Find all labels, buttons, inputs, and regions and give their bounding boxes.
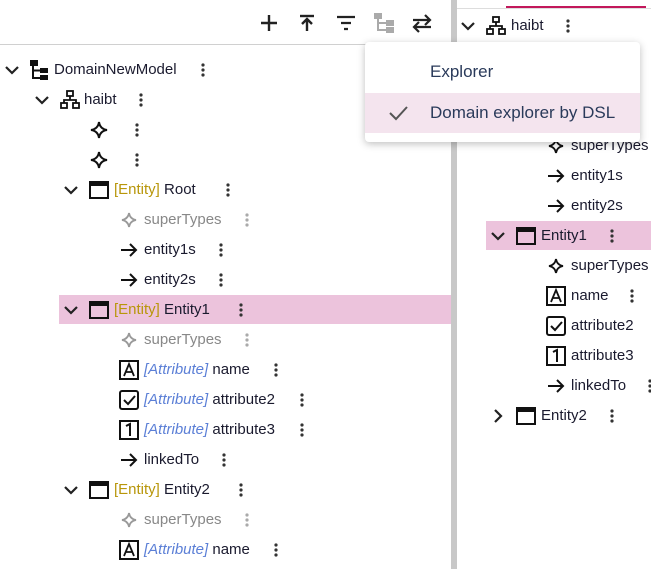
chevron-down-icon[interactable] [62,301,80,319]
menu-item-explorer[interactable]: Explorer [365,52,640,92]
entity-icon [89,301,109,319]
arrow-right-icon [548,199,565,213]
entity-icon [89,181,109,199]
kebab-icon[interactable] [135,123,139,137]
hierarchy-button[interactable] [370,9,398,37]
add-button[interactable] [255,9,283,37]
attribute-label[interactable]: [Attribute] attribute3 [144,420,275,440]
reference-label[interactable]: entity1s [144,240,196,260]
package-icon [60,90,80,109]
text-attribute-icon [546,286,566,306]
package-label[interactable]: haibt [84,90,117,110]
kebab-icon[interactable] [245,513,249,527]
kebab-icon[interactable] [201,63,205,77]
check-icon [389,106,408,121]
sparkle-icon [548,258,564,274]
attribute-label[interactable]: name [571,286,609,306]
supertypes-label[interactable]: superTypes [144,210,222,230]
explorer-menu: Explorer Domain explorer by DSL [365,42,640,142]
number-attribute-icon [119,420,139,440]
swap-icon [412,14,432,33]
package-label[interactable]: haibt [511,16,544,36]
reference-label[interactable]: linkedTo [571,376,626,396]
entity-label[interactable]: [Entity] Root [114,180,196,200]
reference-label[interactable]: linkedTo [144,450,199,470]
menu-item-domain-explorer[interactable]: Domain explorer by DSL [365,93,640,133]
sparkle-icon[interactable] [88,149,110,171]
kebab-icon[interactable] [219,273,223,287]
entity-icon [516,227,536,245]
add-icon [261,15,277,31]
sparkle-icon [121,332,137,348]
sparkle-icon [121,512,137,528]
kebab-icon[interactable] [245,213,249,227]
chevron-down-icon[interactable] [62,181,80,199]
kebab-icon[interactable] [274,363,278,377]
chevron-down-icon[interactable] [3,61,21,79]
kebab-icon[interactable] [630,289,634,303]
hierarchy-icon [374,13,394,33]
kebab-icon[interactable] [135,153,139,167]
menu-item-label: Domain explorer by DSL [430,103,616,122]
arrow-right-icon [121,453,138,467]
filter-icon [337,15,355,31]
kebab-icon[interactable] [219,243,223,257]
entity-icon [89,481,109,499]
arrow-right-icon [548,169,565,183]
kebab-icon[interactable] [610,229,614,243]
reference-label[interactable]: entity2s [571,196,623,216]
model-icon [30,60,48,80]
entity-label[interactable]: [Entity] Entity2 [114,480,210,500]
chevron-down-icon[interactable] [62,481,80,499]
supertypes-label[interactable]: superTypes [571,256,649,276]
attribute-label[interactable]: [Attribute] name [144,540,250,560]
arrow-right-icon [548,379,565,393]
kebab-icon[interactable] [566,19,570,33]
kebab-icon[interactable] [610,409,614,423]
chevron-right-icon[interactable] [489,407,507,425]
sparkle-icon [121,212,137,228]
collapse-all-button[interactable] [293,9,321,37]
sparkle-icon[interactable] [88,119,110,141]
kebab-icon[interactable] [239,303,243,317]
swap-button[interactable] [408,9,436,37]
entity-label[interactable]: Entity2 [541,406,587,426]
attribute-label[interactable]: attribute3 [571,346,634,366]
entity-icon [516,407,536,425]
filter-button[interactable] [332,9,360,37]
reference-label[interactable]: entity1s [571,166,623,186]
kebab-icon[interactable] [245,333,249,347]
chevron-down-icon[interactable] [33,91,51,109]
collapse-all-icon [300,14,314,31]
kebab-icon[interactable] [300,393,304,407]
attribute-label[interactable]: [Attribute] name [144,360,250,380]
toolbar [0,0,451,45]
supertypes-label[interactable]: superTypes [144,510,222,530]
chevron-down-icon[interactable] [459,17,477,35]
text-attribute-icon [119,360,139,380]
number-attribute-icon [546,346,566,366]
arrow-right-icon [121,243,138,257]
kebab-icon[interactable] [274,543,278,557]
text-attribute-icon [119,540,139,560]
kebab-icon[interactable] [139,93,143,107]
menu-item-label: Explorer [430,62,494,81]
model-label[interactable]: DomainNewModel [54,60,177,80]
kebab-icon[interactable] [226,183,230,197]
reference-label[interactable]: entity2s [144,270,196,290]
kebab-icon[interactable] [300,423,304,437]
checkbox-attribute-icon [546,316,566,336]
attribute-label[interactable]: attribute2 [571,316,634,336]
checkbox-attribute-icon [119,390,139,410]
entity-label[interactable]: Entity1 [541,226,587,246]
kebab-icon[interactable] [239,483,243,497]
chevron-down-icon[interactable] [489,227,507,245]
entity-label[interactable]: [Entity] Entity1 [114,300,210,320]
active-tab-indicator [506,6,646,8]
supertypes-label[interactable]: superTypes [144,330,222,350]
package-icon [486,16,506,35]
attribute-label[interactable]: [Attribute] attribute2 [144,390,275,410]
kebab-icon[interactable] [222,453,226,467]
arrow-right-icon [121,273,138,287]
